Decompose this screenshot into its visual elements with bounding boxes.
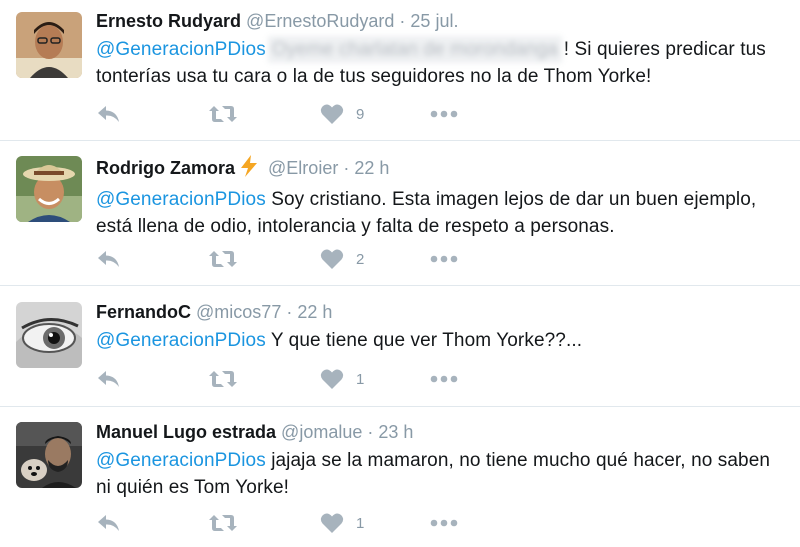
reply-button[interactable] (96, 511, 122, 535)
more-icon (430, 255, 458, 263)
tweet[interactable]: Ernesto Rudyard @ErnestoRudyard · 25 jul… (0, 0, 800, 141)
mention-link[interactable]: @GeneracionPDios (96, 39, 266, 60)
avatar-photo-icon (16, 302, 82, 368)
reply-icon (98, 106, 119, 122)
avatar-photo-icon (16, 12, 82, 78)
mention-link[interactable]: @GeneracionPDios (96, 450, 266, 471)
timestamp[interactable]: 22 h (354, 158, 389, 178)
reply-button[interactable] (96, 102, 122, 126)
handle[interactable]: @jomalue (281, 422, 362, 442)
more-button[interactable] (430, 247, 458, 271)
like-button[interactable]: 1 (320, 367, 364, 391)
tweet[interactable]: Rodrigo Zamora @Elroier · 22 h @Generaci… (0, 141, 800, 286)
like-count: 1 (356, 514, 365, 532)
display-name[interactable]: FernandoC (96, 302, 191, 322)
separator: · (286, 302, 293, 322)
tweet-text: @GeneracionPDios Soy cristiano. Esta ima… (96, 186, 790, 240)
heart-icon (320, 249, 344, 269)
tweet-header: Rodrigo Zamora @Elroier · 22 h (96, 155, 790, 182)
tweet-header: FernandoC @micos77 · 22 h (96, 301, 790, 323)
heart-icon (320, 104, 344, 124)
display-name[interactable]: Manuel Lugo estrada (96, 422, 276, 442)
heart-icon (320, 513, 344, 533)
mention-link[interactable]: @GeneracionPDios (96, 189, 266, 210)
tweet-text: @GeneracionPDios Oyeme charlatan de moron… (96, 36, 790, 90)
retweet-button[interactable] (208, 367, 238, 391)
handle[interactable]: @ErnestoRudyard (246, 11, 394, 31)
mention-link[interactable]: @GeneracionPDios (96, 330, 266, 351)
tweet-feed: Ernesto Rudyard @ErnestoRudyard · 25 jul… (0, 0, 800, 547)
avatar[interactable] (16, 12, 82, 78)
reply-icon (98, 371, 119, 387)
more-button[interactable] (430, 511, 458, 535)
avatar-photo-icon (16, 156, 82, 222)
avatar-photo-icon (16, 422, 82, 488)
more-icon (430, 110, 458, 118)
display-name[interactable]: Ernesto Rudyard (96, 11, 241, 31)
display-name[interactable]: Rodrigo Zamora (96, 158, 235, 178)
like-button[interactable]: 1 (320, 511, 364, 535)
like-count: 1 (356, 370, 365, 388)
tweet[interactable]: Manuel Lugo estrada @jomalue · 23 h @Gen… (0, 407, 800, 547)
heart-icon (320, 369, 344, 389)
more-icon (430, 519, 458, 527)
retweet-button[interactable] (208, 247, 238, 271)
tweet-header: Ernesto Rudyard @ErnestoRudyard · 25 jul… (96, 10, 790, 32)
avatar[interactable] (16, 156, 82, 222)
reply-button[interactable] (96, 247, 122, 271)
handle[interactable]: @micos77 (196, 302, 281, 322)
like-count: 2 (356, 250, 365, 268)
more-button[interactable] (430, 367, 458, 391)
retweet-icon (209, 251, 237, 267)
like-button[interactable]: 9 (320, 102, 364, 126)
more-icon (430, 375, 458, 383)
tweet[interactable]: FernandoC @micos77 · 22 h @GeneracionPDi… (0, 286, 800, 407)
handle[interactable]: @Elroier (268, 158, 338, 178)
tweet-header: Manuel Lugo estrada @jomalue · 23 h (96, 421, 790, 443)
tweet-body: Y que tiene que ver Thom Yorke??... (265, 330, 583, 351)
avatar[interactable] (16, 302, 82, 368)
retweet-icon (209, 515, 237, 531)
reply-icon (98, 515, 119, 531)
lightning-icon (239, 155, 259, 182)
more-button[interactable] (430, 102, 458, 126)
like-button[interactable]: 2 (320, 247, 364, 271)
retweet-button[interactable] (208, 102, 238, 126)
avatar[interactable] (16, 422, 82, 488)
separator: · (343, 158, 350, 178)
tweet-text: @GeneracionPDios Y que tiene que ver Tho… (96, 327, 790, 354)
reply-icon (98, 251, 119, 267)
retweet-icon (209, 106, 237, 122)
separator: · (367, 422, 374, 442)
retweet-icon (209, 371, 237, 387)
retweet-button[interactable] (208, 511, 238, 535)
timestamp[interactable]: 25 jul. (410, 11, 458, 31)
separator: · (399, 11, 406, 31)
blurred-text: Oyeme charlatan de morondanga (267, 36, 562, 63)
timestamp[interactable]: 22 h (297, 302, 332, 322)
timestamp[interactable]: 23 h (378, 422, 413, 442)
like-count: 9 (356, 105, 365, 123)
tweet-text: @GeneracionPDios jajaja se la mamaron, n… (96, 447, 790, 501)
reply-button[interactable] (96, 367, 122, 391)
